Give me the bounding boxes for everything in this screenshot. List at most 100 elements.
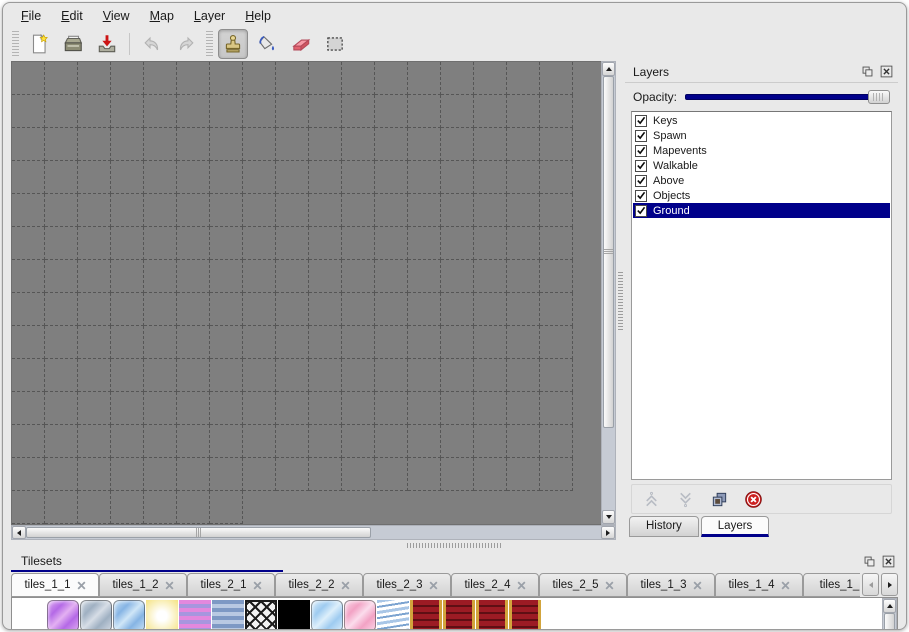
menu-edit[interactable]: Edit — [51, 7, 93, 25]
tileset-tab-tiles_1_[interactable]: tiles_1_ — [803, 573, 860, 597]
canvas-vertical-scrollbar[interactable] — [601, 61, 616, 525]
tab-close-icon[interactable] — [517, 581, 526, 590]
close-panel-button[interactable] — [879, 64, 894, 79]
tileset-tab-tiles_2_3[interactable]: tiles_2_3 — [363, 573, 451, 597]
scroll-left-button[interactable] — [12, 526, 26, 539]
tileset-tab-tiles_2_2[interactable]: tiles_2_2 — [275, 573, 363, 597]
layer-visibility-checkbox[interactable] — [635, 175, 647, 187]
tileset-tab-tiles_1_4[interactable]: tiles_1_4 — [715, 573, 803, 597]
scrollbar-thumb[interactable] — [884, 613, 895, 630]
tileset-tab-tiles_1_3[interactable]: tiles_1_3 — [627, 573, 715, 597]
scroll-right-button[interactable] — [601, 526, 615, 539]
delete-layer-button[interactable] — [740, 487, 766, 511]
menu-file[interactable]: File — [11, 7, 51, 25]
tab-close-icon[interactable] — [77, 581, 86, 590]
scrollbar-track[interactable] — [602, 76, 615, 510]
float-panel-button[interactable] — [862, 554, 877, 569]
opacity-slider-handle[interactable] — [868, 90, 890, 104]
tile-0-10[interactable] — [344, 600, 376, 630]
tile-0-1[interactable] — [47, 600, 79, 630]
layer-row-keys[interactable]: Keys — [633, 113, 890, 128]
tile-0-7[interactable] — [245, 600, 277, 630]
scroll-down-button[interactable] — [602, 510, 615, 524]
opacity-slider[interactable] — [685, 89, 890, 105]
menu-map[interactable]: Map — [140, 7, 184, 25]
grid-cell — [12, 128, 45, 161]
layer-visibility-checkbox[interactable] — [635, 205, 647, 217]
tileset-tab-tiles_2_1[interactable]: tiles_2_1 — [187, 573, 275, 597]
opacity-slider-track[interactable] — [685, 94, 888, 100]
layer-visibility-checkbox[interactable] — [635, 160, 647, 172]
move-layer-down-button[interactable] — [672, 487, 698, 511]
menu-help[interactable]: Help — [235, 7, 281, 25]
undo-button[interactable] — [137, 29, 167, 59]
scrollbar-track[interactable] — [26, 526, 601, 539]
tab-close-icon[interactable] — [165, 581, 174, 590]
tile-0-13[interactable] — [443, 600, 475, 630]
toolbar-drag-handle[interactable] — [12, 31, 19, 57]
layer-row-above[interactable]: Above — [633, 173, 890, 188]
duplicate-layer-button[interactable] — [706, 487, 732, 511]
tile-0-12[interactable] — [410, 600, 442, 630]
tile-0-11[interactable] — [377, 600, 409, 630]
tab-scroll-left-button[interactable] — [862, 573, 879, 596]
redo-button[interactable] — [171, 29, 201, 59]
tab-close-icon[interactable] — [781, 581, 790, 590]
layer-visibility-checkbox[interactable] — [635, 115, 647, 127]
scrollbar-thumb[interactable] — [603, 76, 614, 428]
layer-row-objects[interactable]: Objects — [633, 188, 890, 203]
tileset-tab-tiles_2_4[interactable]: tiles_2_4 — [451, 573, 539, 597]
tile-0-2[interactable] — [80, 600, 112, 630]
tile-0-4[interactable] — [146, 600, 178, 630]
tile-0-8[interactable] — [278, 600, 310, 630]
tileset-tab-tiles_2_5[interactable]: tiles_2_5 — [539, 573, 627, 597]
toolbar-drag-handle[interactable] — [206, 31, 213, 57]
scroll-up-button[interactable] — [602, 62, 615, 76]
horizontal-splitter[interactable] — [3, 540, 906, 550]
eraser-tool-button[interactable] — [286, 29, 316, 59]
grid-cell — [309, 227, 342, 260]
tile-0-14[interactable] — [476, 600, 508, 630]
save-button[interactable] — [92, 29, 122, 59]
tile-0-9[interactable] — [311, 600, 343, 630]
tab-close-icon[interactable] — [693, 581, 702, 590]
layer-row-spawn[interactable]: Spawn — [633, 128, 890, 143]
tab-close-icon[interactable] — [253, 581, 262, 590]
tab-close-icon[interactable] — [605, 581, 614, 590]
tile-0-0[interactable] — [14, 600, 46, 630]
tab-history[interactable]: History — [629, 516, 699, 537]
tile-0-5[interactable] — [179, 600, 211, 630]
tile-0-3[interactable] — [113, 600, 145, 630]
tab-close-icon[interactable] — [429, 581, 438, 590]
map-canvas[interactable] — [11, 61, 601, 525]
tile-0-15[interactable] — [509, 600, 541, 630]
layer-row-walkable[interactable]: Walkable — [633, 158, 890, 173]
fill-tool-button[interactable] — [252, 29, 282, 59]
close-panel-button[interactable] — [881, 554, 896, 569]
tab-close-icon[interactable] — [341, 581, 350, 590]
layer-row-mapevents[interactable]: Mapevents — [633, 143, 890, 158]
canvas-horizontal-scrollbar[interactable] — [11, 525, 616, 540]
layer-visibility-checkbox[interactable] — [635, 130, 647, 142]
layer-row-ground[interactable]: Ground — [633, 203, 890, 218]
scrollbar-track[interactable] — [883, 613, 896, 630]
tileset-vertical-scrollbar[interactable] — [882, 598, 897, 630]
tab-scroll-right-button[interactable] — [881, 573, 898, 596]
tab-layers[interactable]: Layers — [701, 516, 770, 537]
vertical-splitter[interactable] — [616, 61, 625, 540]
layer-visibility-checkbox[interactable] — [635, 145, 647, 157]
tileset-tab-tiles_1_1[interactable]: tiles_1_1 — [11, 573, 99, 597]
move-layer-up-button[interactable] — [638, 487, 664, 511]
layer-visibility-checkbox[interactable] — [635, 190, 647, 202]
stamp-tool-button[interactable] — [218, 29, 248, 59]
select-tool-button[interactable] — [320, 29, 350, 59]
scroll-up-button[interactable] — [883, 599, 896, 613]
menu-view[interactable]: View — [93, 7, 140, 25]
scrollbar-thumb[interactable] — [26, 527, 371, 538]
tileset-tab-tiles_1_2[interactable]: tiles_1_2 — [99, 573, 187, 597]
new-button[interactable] — [24, 29, 54, 59]
tile-0-6[interactable] — [212, 600, 244, 630]
open-button[interactable] — [58, 29, 88, 59]
menu-layer[interactable]: Layer — [184, 7, 235, 25]
float-panel-button[interactable] — [860, 64, 875, 79]
